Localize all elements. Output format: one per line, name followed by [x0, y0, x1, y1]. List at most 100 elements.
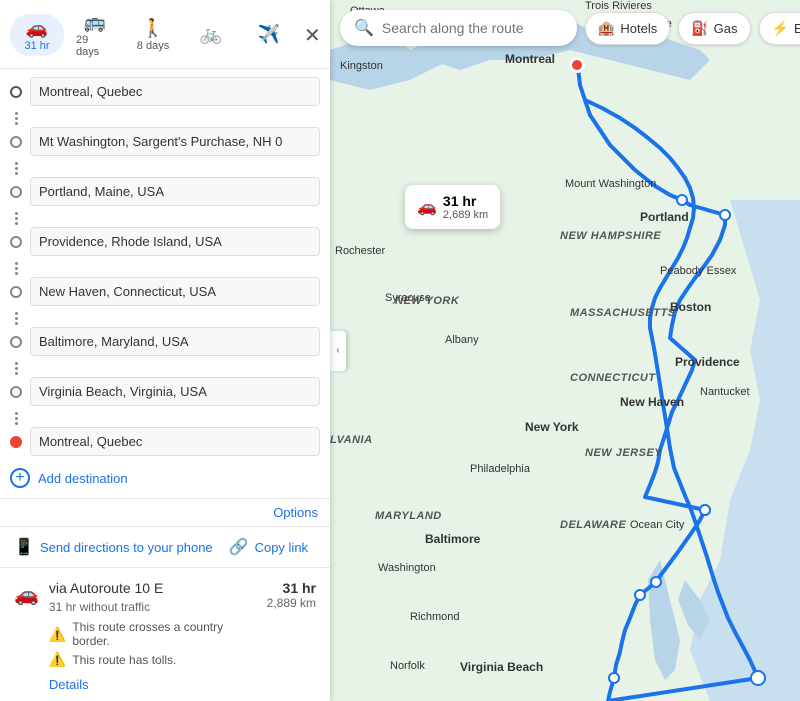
warning-icon-2: ⚠️ [49, 651, 66, 668]
waypoint-row [10, 227, 320, 256]
drive-time: 31 hr [24, 40, 49, 52]
waypoint-dot-5 [10, 286, 22, 298]
transit-icon: 🚌 [84, 12, 106, 33]
waypoint-row [10, 377, 320, 406]
waypoint-row [10, 327, 320, 356]
transit-time: 29 days [76, 34, 114, 58]
cycle-icon: 🚲 [200, 24, 222, 45]
car-icon: 🚗 [14, 582, 39, 607]
waypoint-dot-2 [10, 136, 22, 148]
left-panel: 🚗 31 hr 🚌 29 days 🚶 8 days 🚲 ✈️ ✕ [0, 0, 330, 701]
route-no-traffic: 31 hr without traffic [49, 600, 150, 614]
waypoint-input-8[interactable] [30, 427, 320, 456]
warning-text-2: This route has tolls. [72, 653, 176, 667]
gas-filter-button[interactable]: ⛽ Gas [678, 12, 750, 45]
waypoint-connector-3 [10, 212, 320, 225]
map-route-box: 🚗 31 hr 2,689 km [405, 185, 500, 229]
map-panel[interactable]: Ottawa Montreal Sherbrooke Kingston Moun… [330, 0, 800, 701]
mode-walk[interactable]: 🚶 8 days [126, 14, 180, 56]
waypoint-connector-6 [10, 362, 320, 375]
waypoint-dot-destination [10, 436, 22, 448]
walk-time: 8 days [137, 40, 169, 52]
waypoint-input-1[interactable] [30, 77, 320, 106]
waypoint-connector-1 [10, 112, 320, 125]
add-destination-label: Add destination [38, 471, 128, 486]
connector [10, 262, 22, 275]
waypoint-connector-4 [10, 262, 320, 275]
hotels-icon: 🏨 [598, 20, 615, 37]
warning-tolls: ⚠️ This route has tolls. [49, 651, 257, 668]
ev-label: EV charging [794, 21, 800, 36]
route-sub: 31 hr without traffic [49, 600, 257, 614]
actions-row: 📱 Send directions to your phone 🔗 Copy l… [0, 527, 330, 568]
copy-link-button[interactable]: 🔗 Copy link [229, 537, 308, 557]
waypoint-row [10, 77, 320, 106]
warning-border: ⚠️ This route crosses a country border. [49, 620, 257, 648]
waypoint-input-5[interactable] [30, 277, 320, 306]
phone-icon: 📱 [14, 537, 34, 557]
drive-icon: 🚗 [26, 18, 48, 39]
map-route-distance: 2,689 km [443, 209, 488, 221]
link-icon: 🔗 [229, 537, 249, 557]
connector [10, 212, 22, 225]
waypoint-row [10, 277, 320, 306]
map-route-info: 31 hr 2,689 km [443, 193, 488, 221]
ev-icon: ⚡ [772, 20, 789, 37]
waypoint-connector-5 [10, 312, 320, 325]
close-button[interactable]: ✕ [300, 19, 325, 52]
waypoint-connector-7 [10, 412, 320, 425]
search-box: 🔍 [340, 10, 577, 46]
route-duration: 31 hr [267, 580, 316, 596]
route-duration-block: 31 hr 2,889 km [267, 580, 316, 610]
options-button[interactable]: Options [273, 505, 318, 520]
add-destination-row[interactable]: + Add destination [10, 464, 320, 490]
map-collapse-button[interactable]: ‹ [330, 331, 346, 371]
warning-text-1: This route crosses a country border. [72, 620, 256, 648]
waypoint-dot-7 [10, 386, 22, 398]
gas-icon: ⛽ [691, 20, 708, 37]
waypoint-dot-4 [10, 236, 22, 248]
waypoint-dot-3 [10, 186, 22, 198]
search-input[interactable] [382, 20, 563, 36]
connector [10, 412, 22, 425]
waypoint-connector-2 [10, 162, 320, 175]
route-result: 🚗 via Autoroute 10 E 31 hr without traff… [0, 568, 330, 701]
map-route-time: 31 hr [443, 193, 488, 209]
hotels-label: Hotels [620, 21, 657, 36]
fly-icon: ✈️ [258, 24, 280, 45]
walk-icon: 🚶 [142, 18, 164, 39]
route-name: via Autoroute 10 E [49, 580, 163, 596]
hotels-filter-button[interactable]: 🏨 Hotels [585, 12, 670, 45]
map-search-bar: 🔍 🏨 Hotels ⛽ Gas ⚡ EV charging [340, 10, 790, 46]
waypoint-input-4[interactable] [30, 227, 320, 256]
connector [10, 362, 22, 375]
map-svg [330, 0, 800, 701]
options-row: Options [0, 499, 330, 527]
copy-label: Copy link [255, 540, 308, 555]
connector [10, 162, 22, 175]
route-header: 🚗 via Autoroute 10 E 31 hr without traff… [14, 580, 316, 694]
transport-modes: 🚗 31 hr 🚌 29 days 🚶 8 days 🚲 ✈️ ✕ [0, 0, 330, 69]
mode-transit[interactable]: 🚌 29 days [68, 8, 122, 62]
waypoint-dot-origin [10, 86, 22, 98]
route-info: via Autoroute 10 E 31 hr without traffic… [49, 580, 257, 694]
send-label: Send directions to your phone [40, 540, 213, 555]
waypoint-row [10, 427, 320, 456]
gas-label: Gas [714, 21, 738, 36]
send-directions-button[interactable]: 📱 Send directions to your phone [14, 537, 213, 557]
warning-icon-1: ⚠️ [49, 626, 66, 643]
waypoints-section: + Add destination [0, 69, 330, 499]
waypoint-dot-6 [10, 336, 22, 348]
mode-fly[interactable]: ✈️ [242, 20, 296, 50]
add-destination-icon: + [10, 468, 30, 488]
route-warnings: ⚠️ This route crosses a country border. … [49, 620, 257, 668]
mode-cycle[interactable]: 🚲 [184, 20, 238, 50]
waypoint-input-7[interactable] [30, 377, 320, 406]
mode-drive[interactable]: 🚗 31 hr [10, 14, 64, 56]
ev-filter-button[interactable]: ⚡ EV charging [759, 12, 800, 45]
waypoint-input-6[interactable] [30, 327, 320, 356]
details-link[interactable]: Details [49, 677, 89, 692]
chevron-left-icon: ‹ [336, 345, 339, 356]
waypoint-input-3[interactable] [30, 177, 320, 206]
waypoint-input-2[interactable] [30, 127, 320, 156]
